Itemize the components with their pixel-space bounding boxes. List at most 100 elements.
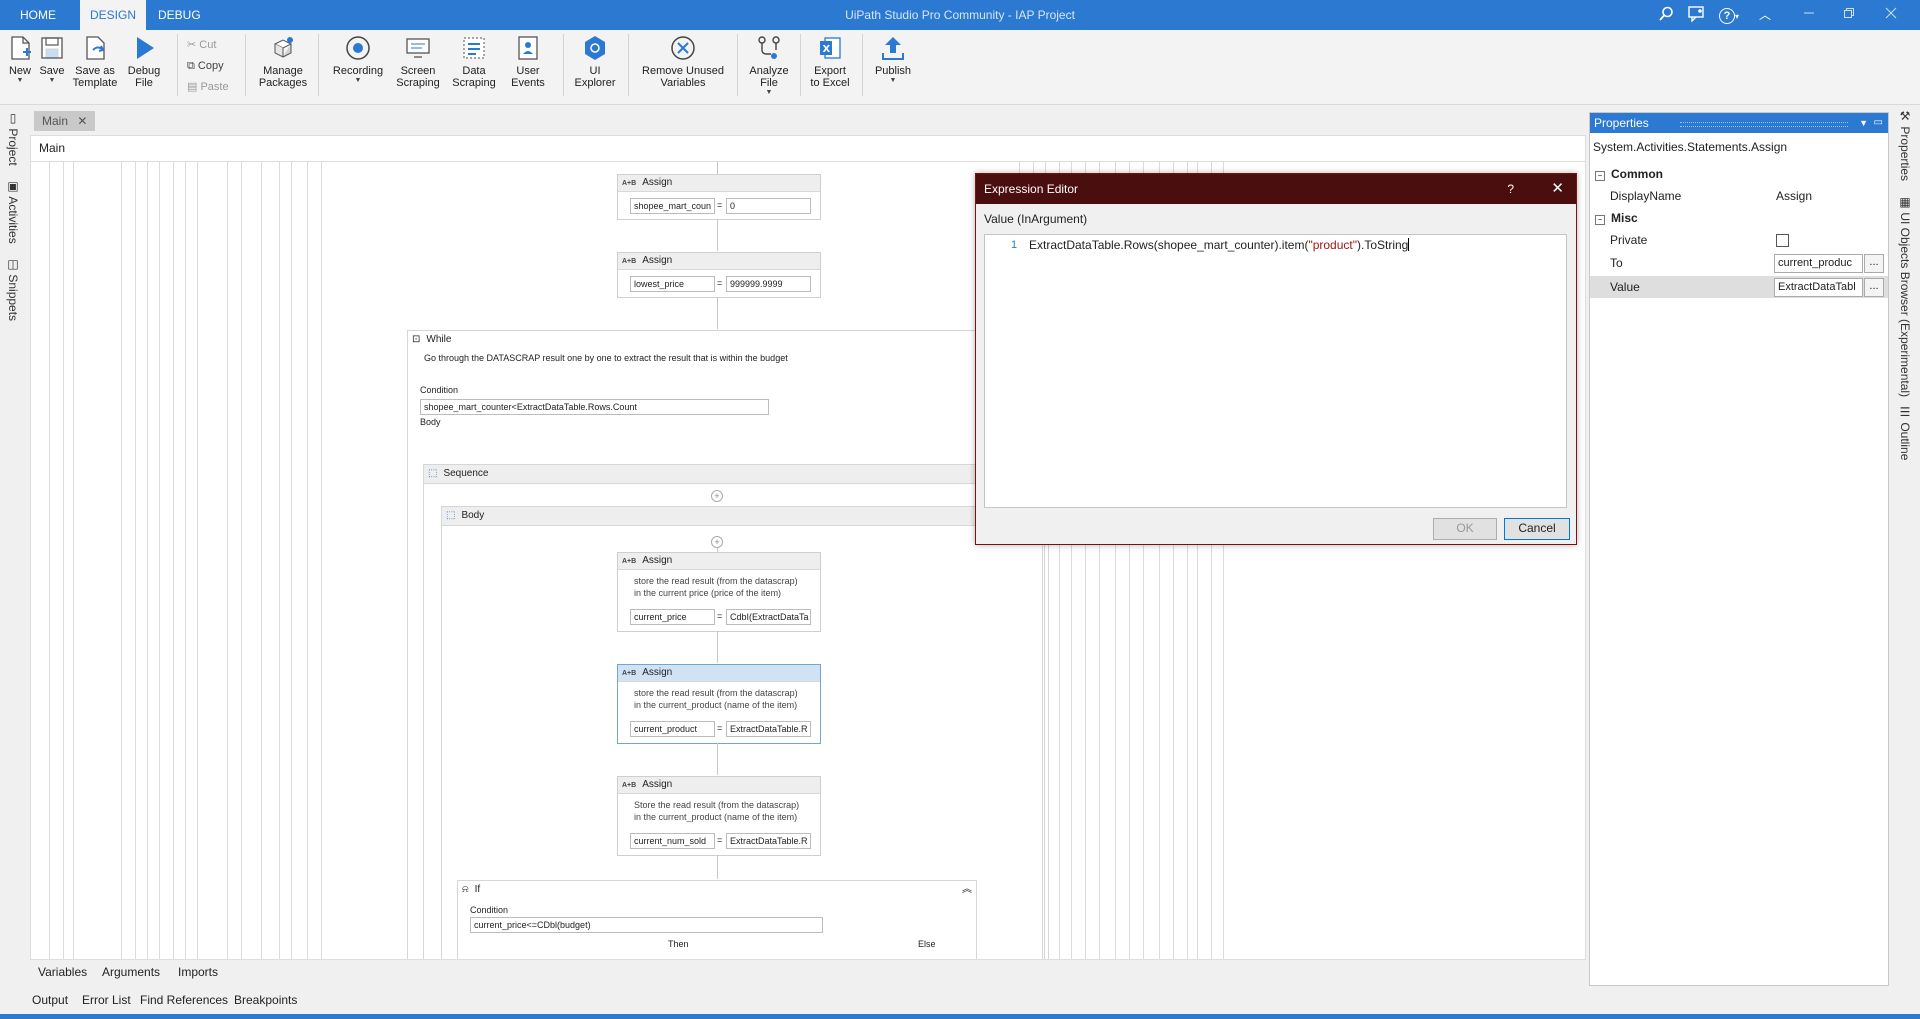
title-bar: HOME DESIGN DEBUG UiPath Studio Pro Comm… (0, 0, 1920, 30)
feedback-icon[interactable] (1688, 6, 1706, 24)
tab-main[interactable]: Main ✕ (34, 111, 96, 131)
assign-to-field[interactable]: current_product (630, 721, 715, 737)
collapse-ribbon-icon[interactable]: ︿ (1756, 6, 1774, 24)
collapse-icon[interactable]: − (1595, 215, 1605, 225)
recording-button[interactable]: Recording ▼ (328, 34, 388, 85)
tab-breakpoints[interactable]: Breakpoints (234, 993, 297, 1007)
assign-to-field[interactable]: lowest_price (630, 276, 715, 292)
assign-value-field[interactable]: 999999.9999 (726, 276, 811, 292)
chevron-down-icon: ▼ (16, 77, 24, 84)
search-icon[interactable] (1657, 6, 1675, 24)
ribbon-separator (245, 34, 246, 96)
cut-button[interactable]: ✂ Cut (187, 36, 216, 54)
add-activity-icon[interactable]: + (711, 490, 723, 502)
outline-panel-tab[interactable]: ☰ Outline (1898, 405, 1912, 460)
tab-home[interactable]: HOME (14, 0, 62, 30)
file-icon: ▯ (6, 111, 20, 125)
svg-text:X: X (823, 44, 831, 55)
help-icon[interactable]: ? ▾ (1716, 6, 1742, 24)
wrench-icon: ⚒ (1898, 109, 1912, 123)
remove-unused-variables-button[interactable]: Remove Unused Variables (638, 34, 728, 89)
assign-value-field[interactable]: CdbI(ExtractDataTa (726, 609, 811, 625)
save-button[interactable]: Save ▼ (38, 34, 66, 85)
assign-to-field[interactable]: current_price (630, 609, 715, 625)
ui-explorer-button[interactable]: UI Explorer (572, 34, 618, 89)
tab-debug[interactable]: DEBUG (152, 0, 207, 30)
ribbon: New ▼ Save ▼ Save as Template Debug File… (0, 30, 1920, 105)
expression-code-line[interactable]: ExtractDataTable.Rows(shopee_mart_counte… (1029, 238, 1410, 252)
tab-output[interactable]: Output (32, 993, 68, 1007)
assign-activity[interactable]: A+B Assign Store the read result (from th… (617, 776, 821, 856)
properties-panel-tab[interactable]: ⚒ Properties (1898, 109, 1912, 181)
ui-objects-browser-tab[interactable]: ▦ UI Objects Browser (Experimental) (1898, 195, 1912, 397)
data-scraping-button[interactable]: Data Scraping (450, 34, 498, 89)
tab-arguments[interactable]: Arguments (102, 965, 160, 979)
assign-value-field[interactable]: ExtractDataTable.R (726, 833, 811, 849)
if-activity[interactable]: ⍾ If ︽ Condition current_price<=CDbl(budg… (457, 880, 977, 959)
tab-variables[interactable]: Variables (38, 965, 87, 979)
cancel-button[interactable]: Cancel (1504, 518, 1570, 540)
new-button[interactable]: New ▼ (6, 34, 34, 85)
expression-code-editor[interactable]: 1 ExtractDataTable.Rows(shopee_mart_coun… (984, 234, 1567, 508)
tab-find-references[interactable]: Find References (140, 993, 228, 1007)
displayname-value[interactable]: Assign (1776, 185, 1812, 207)
properties-type-name: System.Activities.Statements.Assign (1593, 140, 1788, 154)
to-edit-button[interactable]: ... (1864, 254, 1884, 273)
assign-value-field[interactable]: 0 (726, 198, 811, 214)
value-edit-button[interactable]: ... (1864, 278, 1884, 297)
screen-scraping-button[interactable]: Screen Scraping (394, 34, 442, 89)
while-condition-field[interactable]: shopee_mart_counter<ExtractDataTable.Row… (420, 399, 769, 415)
collapse-icon[interactable]: ︽ (962, 881, 972, 899)
breadcrumb: Main (30, 135, 1586, 162)
assign-activity[interactable]: A+B Assign store the read result (from th… (617, 552, 821, 632)
assign-activity[interactable]: A+B Assign shopee_mart_coun = 0 (617, 174, 821, 220)
chevron-down-icon[interactable]: ▼ (1859, 113, 1868, 133)
activities-panel-tab[interactable]: ▣ Activities (6, 179, 20, 244)
tab-error-list[interactable]: Error List (82, 993, 131, 1007)
help-icon[interactable]: ? (1507, 174, 1514, 204)
screen-scraping-icon (406, 38, 430, 58)
manage-packages-button[interactable]: Manage Packages (255, 34, 311, 89)
status-bar (0, 1014, 1920, 1019)
properties-panel: Properties ▼ ▭ System.Activities.Stateme… (1589, 112, 1889, 986)
ribbon-separator (737, 34, 738, 96)
category-common[interactable]: − Common (1590, 163, 1888, 185)
export-to-excel-button[interactable]: X Export to Excel (807, 34, 853, 89)
publish-button[interactable]: Publish ▼ (870, 34, 916, 85)
debug-file-button[interactable]: Debug File (124, 34, 164, 89)
value-field[interactable]: ExtractDataTabl (1774, 278, 1863, 297)
project-panel-tab[interactable]: ▯ Project (6, 111, 20, 166)
category-misc[interactable]: − Misc (1590, 207, 1888, 229)
to-value-field[interactable]: current_produc (1774, 254, 1863, 273)
save-as-template-button[interactable]: Save as Template (72, 34, 118, 89)
ui-explorer-icon (585, 36, 605, 60)
assign-activity-selected[interactable]: A+B Assign store the read result (from th… (617, 664, 821, 744)
close-icon[interactable]: ✕ (1551, 174, 1564, 204)
copy-button[interactable]: ⧉ Copy (187, 57, 224, 75)
play-icon (137, 37, 154, 59)
assign-activity[interactable]: A+B Assign lowest_price = 999999.9999 (617, 252, 821, 298)
collapse-icon[interactable]: − (1595, 171, 1605, 181)
sequence-icon: ⬚ (446, 510, 456, 521)
browser-icon: ▦ (1898, 195, 1912, 209)
breadcrumb-item[interactable]: Main (39, 141, 65, 155)
user-events-button[interactable]: User Events (504, 34, 552, 89)
add-activity-icon[interactable]: + (711, 536, 723, 548)
pin-icon[interactable]: ▭ (1874, 113, 1883, 133)
private-checkbox[interactable] (1776, 234, 1789, 247)
if-condition-field[interactable]: current_price<=CDbl(budget) (470, 917, 823, 933)
assign-to-field[interactable]: shopee_mart_coun (630, 198, 715, 214)
ribbon-separator (177, 34, 178, 96)
close-icon[interactable] (1882, 6, 1900, 24)
tab-imports[interactable]: Imports (178, 965, 218, 979)
paste-button[interactable]: ▤ Paste (187, 78, 229, 96)
close-tab-icon[interactable]: ✕ (77, 114, 87, 128)
restore-icon[interactable] (1840, 6, 1858, 24)
snippets-panel-tab[interactable]: ◫ Snippets (6, 257, 20, 321)
tab-design[interactable]: DESIGN (80, 0, 146, 30)
minimize-icon[interactable] (1800, 6, 1818, 24)
assign-value-field[interactable]: ExtractDataTable.R (726, 721, 811, 737)
assign-to-field[interactable]: current_num_sold (630, 833, 715, 849)
analyze-file-button[interactable]: Analyze File ▼ (746, 34, 792, 97)
ok-button[interactable]: OK (1433, 518, 1497, 540)
